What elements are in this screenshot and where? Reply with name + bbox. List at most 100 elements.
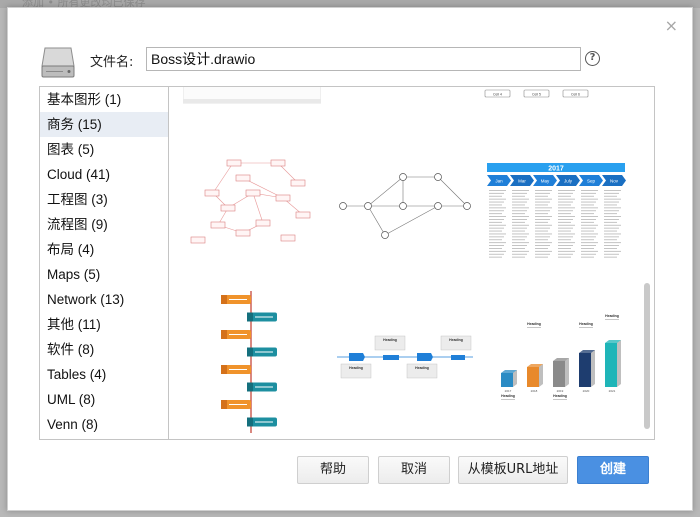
step-text-line: [229, 404, 247, 405]
timeline-text-line: [489, 204, 502, 206]
timeline-text-line: [489, 216, 506, 217]
filename-input[interactable]: [146, 47, 581, 71]
cancel-button[interactable]: 取消: [378, 456, 450, 484]
timeline-text-line: [512, 195, 525, 197]
help-icon[interactable]: ?: [585, 51, 600, 66]
timeline-text-line: [512, 207, 529, 209]
drive-icon: [41, 47, 75, 78]
category-item[interactable]: 图表 (5): [40, 137, 168, 162]
timeline-text-line: [558, 221, 571, 223]
timeline-text-line: [489, 192, 504, 194]
step-number-tab: [247, 347, 253, 357]
timeline-text-line: [535, 245, 550, 246]
timeline-text-line: [558, 256, 571, 258]
category-item[interactable]: Maps (5): [40, 262, 168, 287]
template-cell-label: Cell 6: [571, 93, 580, 97]
timeline-text-line: [535, 236, 550, 238]
template-thumbnail-row0-left[interactable]: [183, 87, 321, 105]
bar3d-text-line: [579, 327, 593, 328]
timeline-text-line: [512, 204, 525, 206]
timeline-text-line: [604, 210, 619, 212]
timeline-text-line: [512, 245, 527, 246]
timeline-text-line: [558, 190, 575, 191]
category-item[interactable]: 工程图 (3): [40, 187, 168, 212]
step-text-line: [255, 386, 273, 388]
timeline-text-line: [489, 213, 502, 215]
timeline-text-line: [604, 207, 621, 209]
template-cell-label: Cell 5: [532, 93, 541, 97]
timeline-text-line: [604, 224, 621, 226]
timeline-text-line: [535, 195, 548, 197]
timeline-year: 2017: [548, 165, 564, 172]
timeline-text-line: [512, 224, 529, 226]
category-item[interactable]: Venn (8): [40, 412, 168, 437]
template-thumbnail-3d-bars[interactable]: 2017Heading2018Heading2019Heading2020Hea…: [493, 313, 633, 413]
timeline-text-line: [558, 192, 573, 194]
category-item[interactable]: Tables (4): [40, 362, 168, 387]
category-item[interactable]: 基本图形 (1): [40, 87, 168, 112]
create-button[interactable]: 创建: [577, 456, 649, 484]
timeline-text-line: [558, 210, 573, 212]
timeline-text-line: [489, 190, 506, 191]
category-item[interactable]: 其他 (11): [40, 312, 168, 337]
timeline-text-line: [489, 242, 506, 244]
category-item[interactable]: Network (13): [40, 287, 168, 312]
timeline-text-line: [489, 250, 506, 252]
timeline-text-line: [604, 233, 621, 235]
timeline-text-line: [535, 233, 552, 235]
category-item[interactable]: Cloud (41): [40, 162, 168, 187]
timeline-text-line: [604, 227, 619, 229]
timeline-text-line: [558, 239, 571, 241]
template-thumbnail-row0-right[interactable]: Cell 4 Cell 5 Cell 6: [469, 87, 639, 101]
timeline-text-line: [512, 198, 529, 200]
timeline-text-line: [581, 219, 596, 220]
timeline-text-line: [512, 248, 525, 249]
category-item[interactable]: 软件 (8): [40, 337, 168, 362]
timeline-text-line: [512, 213, 525, 215]
bar3d-heading: Heading: [527, 322, 541, 326]
template-thumbnail-timeline[interactable]: 2017 Jan Mar May July Sep Nov: [487, 163, 629, 263]
timeline-text-line: [489, 233, 506, 235]
timeline-text-line: [535, 219, 550, 220]
category-item[interactable]: 流程图 (9): [40, 212, 168, 237]
step-number-tab: [221, 295, 227, 304]
timeline-text-line: [604, 192, 619, 194]
timeline-text-line: [535, 190, 552, 191]
timeline-text-line: [489, 245, 504, 246]
step-text-line: [229, 299, 247, 300]
timeline-text-line: [604, 256, 617, 258]
timeline-text-line: [581, 239, 594, 241]
timeline-month-label: Jan: [495, 179, 503, 184]
timeline-text-line: [489, 253, 504, 255]
timeline-text-line: [535, 248, 548, 249]
template-thumbnail-steps[interactable]: [217, 287, 295, 437]
timeline-text-line: [512, 239, 525, 241]
timeline-text-line: [581, 213, 594, 215]
from-template-url-button[interactable]: 从模板URL地址: [458, 456, 568, 484]
preview-scrollbar[interactable]: [644, 283, 650, 429]
timeline-text-line: [581, 253, 596, 255]
timeline-text-line: [558, 253, 573, 255]
category-item[interactable]: UML (8): [40, 387, 168, 412]
step-text-line: [255, 316, 273, 318]
help-button[interactable]: 帮助: [297, 456, 369, 484]
step-number-tab: [247, 382, 253, 392]
bar3d-face: [617, 340, 621, 387]
timeline-text-line: [558, 250, 575, 252]
timeline-text-line: [604, 219, 619, 220]
timeline-month-label: Mar: [518, 179, 526, 184]
close-icon[interactable]: ×: [665, 16, 678, 35]
bar3d-heading: Heading: [501, 394, 515, 398]
category-item[interactable]: 商务 (15): [40, 112, 168, 137]
timeline-text-line: [558, 242, 575, 244]
timeline-text-line: [581, 242, 598, 244]
category-item[interactable]: 布局 (4): [40, 237, 168, 262]
timeline-text-line: [604, 213, 617, 215]
template-thumbnail-process[interactable]: Heading Heading Heading Heading: [335, 333, 475, 383]
process-heading: Heading: [383, 338, 397, 342]
timeline-text-line: [489, 201, 504, 203]
timeline-text-line: [604, 195, 617, 197]
template-thumbnail-network[interactable]: [335, 163, 475, 245]
template-thumbnail-flowchart[interactable]: [183, 153, 318, 249]
timeline-text-line: [489, 207, 506, 209]
